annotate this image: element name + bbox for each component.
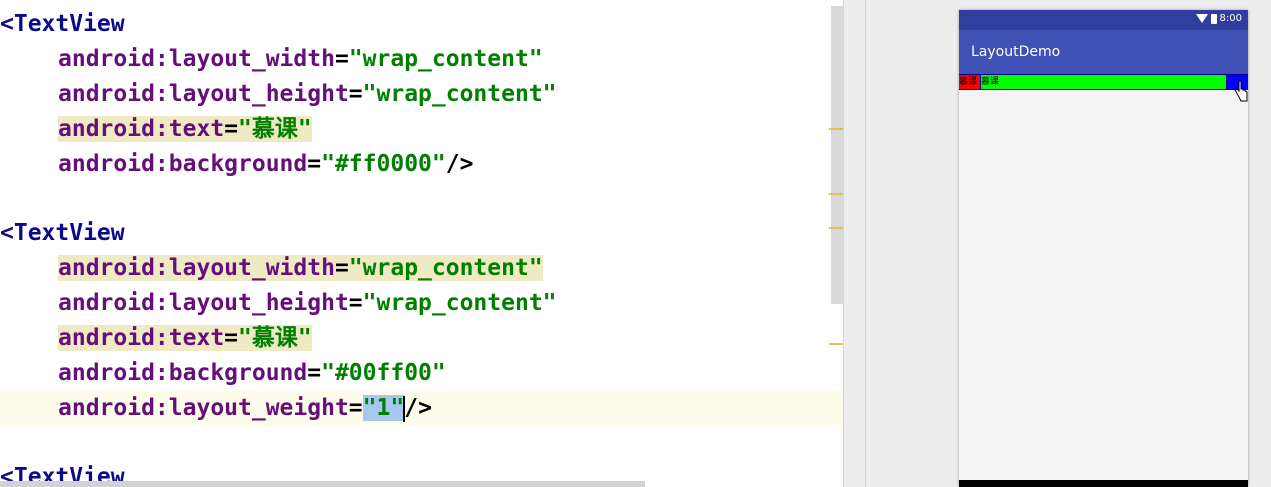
code-line-10[interactable]: android:text="慕课" [58, 321, 312, 355]
gutter-marker[interactable] [829, 193, 843, 195]
selected-quote: " [362, 395, 377, 421]
textview-green[interactable]: 慕课 [980, 74, 1228, 90]
attr-name: android:layout_width [58, 255, 335, 281]
tag-close: /> [445, 151, 474, 177]
attr-value: "wrap_content" [362, 81, 557, 107]
tag-open: <TextView [0, 11, 125, 37]
attr-name: android:layout_height [58, 290, 349, 316]
code-line-5[interactable]: android:background="#ff0000"/> [58, 147, 473, 181]
vertical-scrollbar[interactable] [831, 6, 843, 304]
battery-icon [1210, 13, 1217, 24]
code-line-1[interactable]: <TextView [0, 7, 125, 41]
status-time: 8:00 [1219, 13, 1242, 24]
code-line-3[interactable]: android:layout_height="wrap_content" [58, 77, 557, 111]
attr-name: android:text [58, 116, 225, 142]
status-bar: 8:00 [959, 10, 1248, 30]
textview-red[interactable]: 慕课 [959, 74, 982, 90]
code-line-4[interactable]: android:text="慕课" [58, 112, 312, 146]
attr-name: android:text [58, 325, 225, 351]
tag-close: /> [404, 395, 432, 421]
selected-quote: " [390, 395, 405, 421]
attr-value: "wrap_content" [348, 46, 543, 72]
attr-value: "wrap_content" [348, 255, 543, 281]
hand-cursor-icon [1234, 80, 1248, 102]
device-preview: 8:00 LayoutDemo 慕课 慕课 [959, 10, 1248, 487]
attr-name: android:background [58, 360, 308, 386]
code-editor[interactable]: <TextView android:layout_width="wrap_con… [0, 0, 843, 487]
attr-value: "#ff0000" [321, 151, 446, 177]
gutter-marker[interactable] [829, 227, 843, 229]
gutter-marker[interactable] [829, 128, 843, 130]
wifi-icon [1195, 14, 1208, 23]
pane-divider [865, 0, 866, 487]
attr-value: "慕课" [238, 325, 312, 351]
code-line-11[interactable]: android:background="#00ff00" [58, 356, 446, 390]
horizontal-scrollbar[interactable] [0, 481, 645, 487]
code-line-8[interactable]: android:layout_width="wrap_content" [58, 251, 543, 285]
app-bar: LayoutDemo [959, 30, 1248, 75]
code-line-7[interactable]: <TextView [0, 216, 125, 250]
selected-text: 1 [376, 395, 391, 421]
attr-value: "#00ff00" [321, 360, 446, 386]
code-line-2[interactable]: android:layout_width="wrap_content" [58, 42, 543, 76]
attr-name: android:layout_width [58, 46, 335, 72]
attr-value: "wrap_content" [362, 290, 557, 316]
code-line-12[interactable]: android:layout_weight="1"/> [58, 391, 432, 425]
code-line-9[interactable]: android:layout_height="wrap_content" [58, 286, 557, 320]
app-title: LayoutDemo [971, 44, 1061, 60]
gutter-marker[interactable] [829, 343, 843, 345]
attr-name: android:layout_height [58, 81, 349, 107]
attr-name: android:background [58, 151, 308, 177]
attr-value: "慕课" [238, 116, 312, 142]
textview-row: 慕课 慕课 [959, 74, 1248, 90]
tag-open: <TextView [0, 220, 125, 246]
attr-name: android:layout_weight [58, 395, 349, 421]
navigation-bar [959, 480, 1248, 487]
